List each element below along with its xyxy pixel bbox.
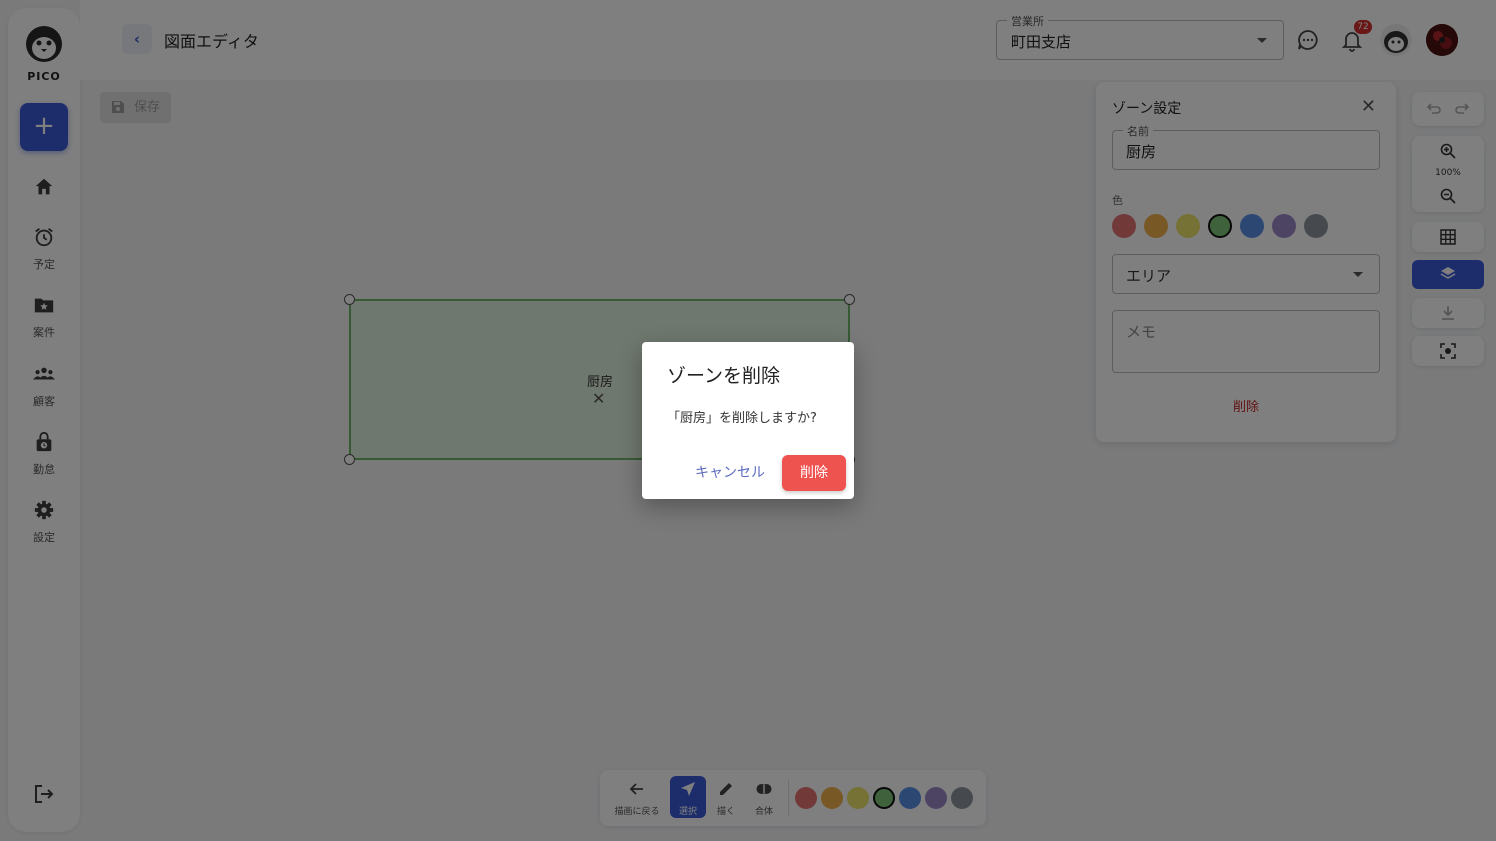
cancel-button[interactable]: キャンセル: [686, 455, 774, 491]
dialog-title: ゾーンを削除: [667, 365, 781, 387]
dialog-message: 「厨房」を削除しますか?: [667, 411, 817, 426]
delete-zone-dialog: ゾーンを削除 「厨房」を削除しますか? キャンセル 削除: [642, 342, 854, 499]
confirm-delete-button[interactable]: 削除: [782, 455, 846, 491]
